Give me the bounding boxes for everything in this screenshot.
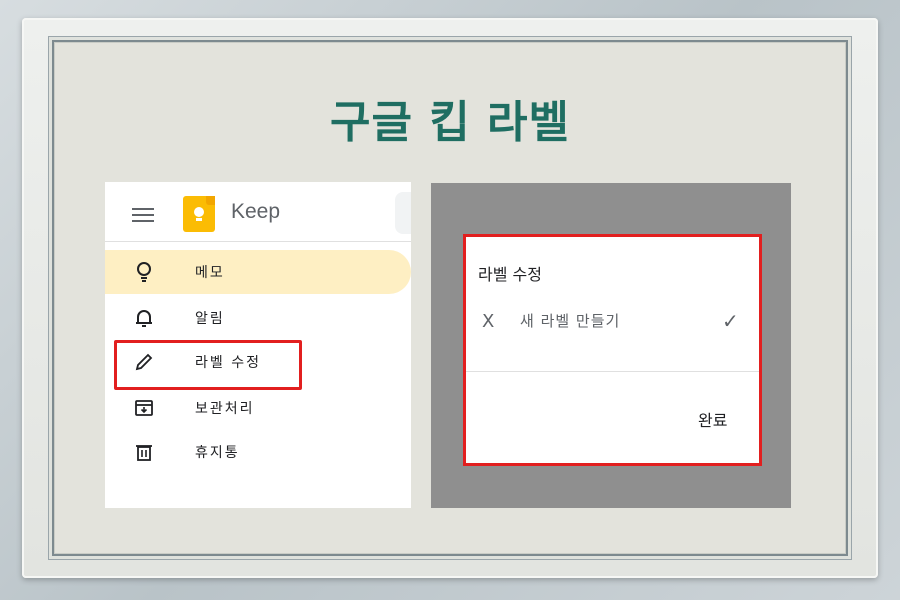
hamburger-menu-icon[interactable] xyxy=(132,208,154,222)
nav-item-reminders[interactable]: 알림 xyxy=(105,296,411,340)
keep-header: Keep xyxy=(105,182,411,242)
nav-label: 메모 xyxy=(195,265,225,281)
dialog-title: 라벨 수정 xyxy=(478,265,542,284)
trash-icon xyxy=(132,440,156,464)
archive-icon xyxy=(132,396,156,420)
divider xyxy=(466,371,759,372)
bell-icon xyxy=(132,306,156,330)
nav-item-memo[interactable]: 메모 xyxy=(105,250,411,294)
keep-logo-icon xyxy=(183,196,215,232)
page-title: 구글 킵 라벨 xyxy=(329,97,571,148)
nav-label: 알림 xyxy=(195,311,225,327)
keep-app-name: Keep xyxy=(231,200,281,223)
nav-label: 휴지통 xyxy=(195,445,240,461)
edit-labels-highlight-box xyxy=(114,340,302,390)
nav-item-trash[interactable]: 휴지통 xyxy=(105,430,411,474)
edit-labels-dialog: 라벨 수정 X 새 라벨 만들기 ✓ 완료 xyxy=(463,234,762,466)
lightbulb-icon xyxy=(132,260,156,284)
new-label-input[interactable]: 새 라벨 만들기 xyxy=(520,310,620,331)
close-icon[interactable]: X xyxy=(482,311,494,332)
done-button[interactable]: 완료 xyxy=(698,407,727,431)
nav-label: 보관처리 xyxy=(195,401,255,417)
check-icon[interactable]: ✓ xyxy=(722,309,739,333)
nav-item-archive[interactable]: 보관처리 xyxy=(105,386,411,430)
search-bar[interactable] xyxy=(395,192,411,234)
